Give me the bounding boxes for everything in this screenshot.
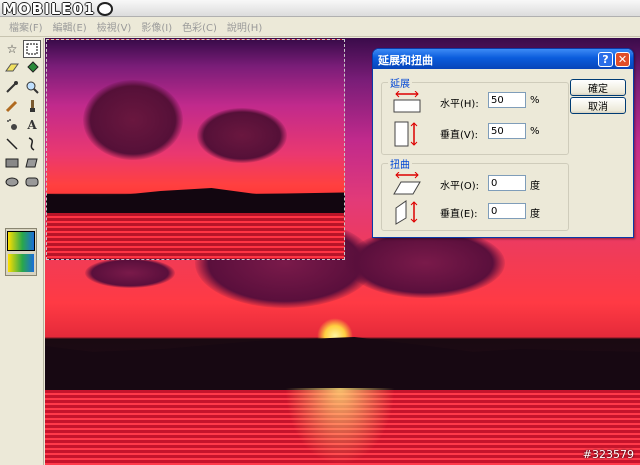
help-button[interactable]: ? <box>598 52 613 67</box>
water <box>47 213 344 259</box>
polygon-icon[interactable] <box>23 154 41 172</box>
stretch-group: 延展 水平(H): % 垂直(V): % <box>381 75 569 155</box>
title-strip: MOBILE01 <box>0 0 640 18</box>
paint-window: MOBILE01 檔案(F) 編輯(E) 檢視(V) 影像(I) 色彩(C) 說… <box>0 0 640 465</box>
hills <box>47 188 344 215</box>
menu-view[interactable]: 檢視(V) <box>92 19 137 34</box>
rounded-rect-icon[interactable] <box>23 173 41 191</box>
menu-bar: 檔案(F) 編輯(E) 檢視(V) 影像(I) 色彩(C) 說明(H) <box>0 17 640 37</box>
curve-icon[interactable] <box>23 135 41 153</box>
sun-reflection <box>285 388 395 465</box>
text-icon[interactable]: A <box>23 116 41 134</box>
percent-unit: % <box>530 95 540 106</box>
site-logo: MOBILE01 <box>2 0 114 18</box>
degree-unit: 度 <box>530 181 540 192</box>
percent-unit: % <box>530 126 540 137</box>
rectangle-icon[interactable] <box>3 154 21 172</box>
menu-file[interactable]: 檔案(F) <box>4 19 48 34</box>
toolbox: ☆ A <box>0 38 44 465</box>
tool-options <box>5 228 37 276</box>
brush-icon[interactable] <box>23 97 41 115</box>
stretch-vertical-label: 垂直(V): <box>440 130 479 141</box>
logo-badge <box>97 2 114 16</box>
cloud <box>345 228 505 298</box>
stretch-legend: 延展 <box>388 75 412 90</box>
opaque-option[interactable] <box>7 231 35 251</box>
selection-region[interactable] <box>46 39 345 260</box>
menu-help[interactable]: 說明(H) <box>222 19 267 34</box>
ok-button[interactable]: 確定 <box>570 79 626 96</box>
skew-horizontal-input[interactable] <box>488 175 526 191</box>
rect-select-icon[interactable] <box>23 40 41 58</box>
skew-legend: 扭曲 <box>388 156 412 171</box>
line-icon[interactable] <box>3 135 21 153</box>
stretch-vertical-icon <box>394 121 418 147</box>
eraser-icon[interactable] <box>3 59 21 77</box>
skew-vertical-icon <box>395 200 418 225</box>
skew-vertical-input[interactable] <box>488 203 526 219</box>
cancel-button[interactable]: 取消 <box>570 97 626 114</box>
cloud <box>85 258 175 288</box>
magnifier-icon[interactable] <box>23 78 41 96</box>
watermark: #323579 <box>582 448 634 461</box>
airbrush-icon[interactable] <box>3 116 21 134</box>
menu-image[interactable]: 影像(I) <box>136 19 177 34</box>
skew-horizontal-icon <box>393 172 421 195</box>
skew-group: 扭曲 水平(O): 度 垂直(E): 度 <box>381 156 569 231</box>
fill-icon[interactable] <box>23 59 41 77</box>
close-button[interactable]: ✕ <box>615 52 630 67</box>
stretch-skew-dialog: 延展和扭曲 ? ✕ 延展 水平(H): % 垂直(V): % 扭曲 水平(O): <box>372 48 634 238</box>
stretch-horizontal-input[interactable] <box>488 92 526 108</box>
pencil-icon[interactable] <box>3 97 21 115</box>
hills <box>45 337 640 394</box>
skew-vertical-label: 垂直(E): <box>440 209 478 220</box>
dialog-title: 延展和扭曲 <box>373 49 633 69</box>
transparent-option[interactable] <box>8 254 34 272</box>
ellipse-icon[interactable] <box>3 173 21 191</box>
degree-unit: 度 <box>530 209 540 220</box>
cloud <box>83 80 183 160</box>
cloud <box>197 108 287 163</box>
menu-edit[interactable]: 編輯(E) <box>48 19 92 34</box>
stretch-horizontal-icon <box>393 91 421 113</box>
stretch-horizontal-label: 水平(H): <box>440 99 479 110</box>
picker-icon[interactable] <box>3 78 21 96</box>
menu-colors[interactable]: 色彩(C) <box>177 19 222 34</box>
free-select-icon[interactable]: ☆ <box>3 40 21 58</box>
stretch-vertical-input[interactable] <box>488 123 526 139</box>
skew-horizontal-label: 水平(O): <box>440 181 480 192</box>
